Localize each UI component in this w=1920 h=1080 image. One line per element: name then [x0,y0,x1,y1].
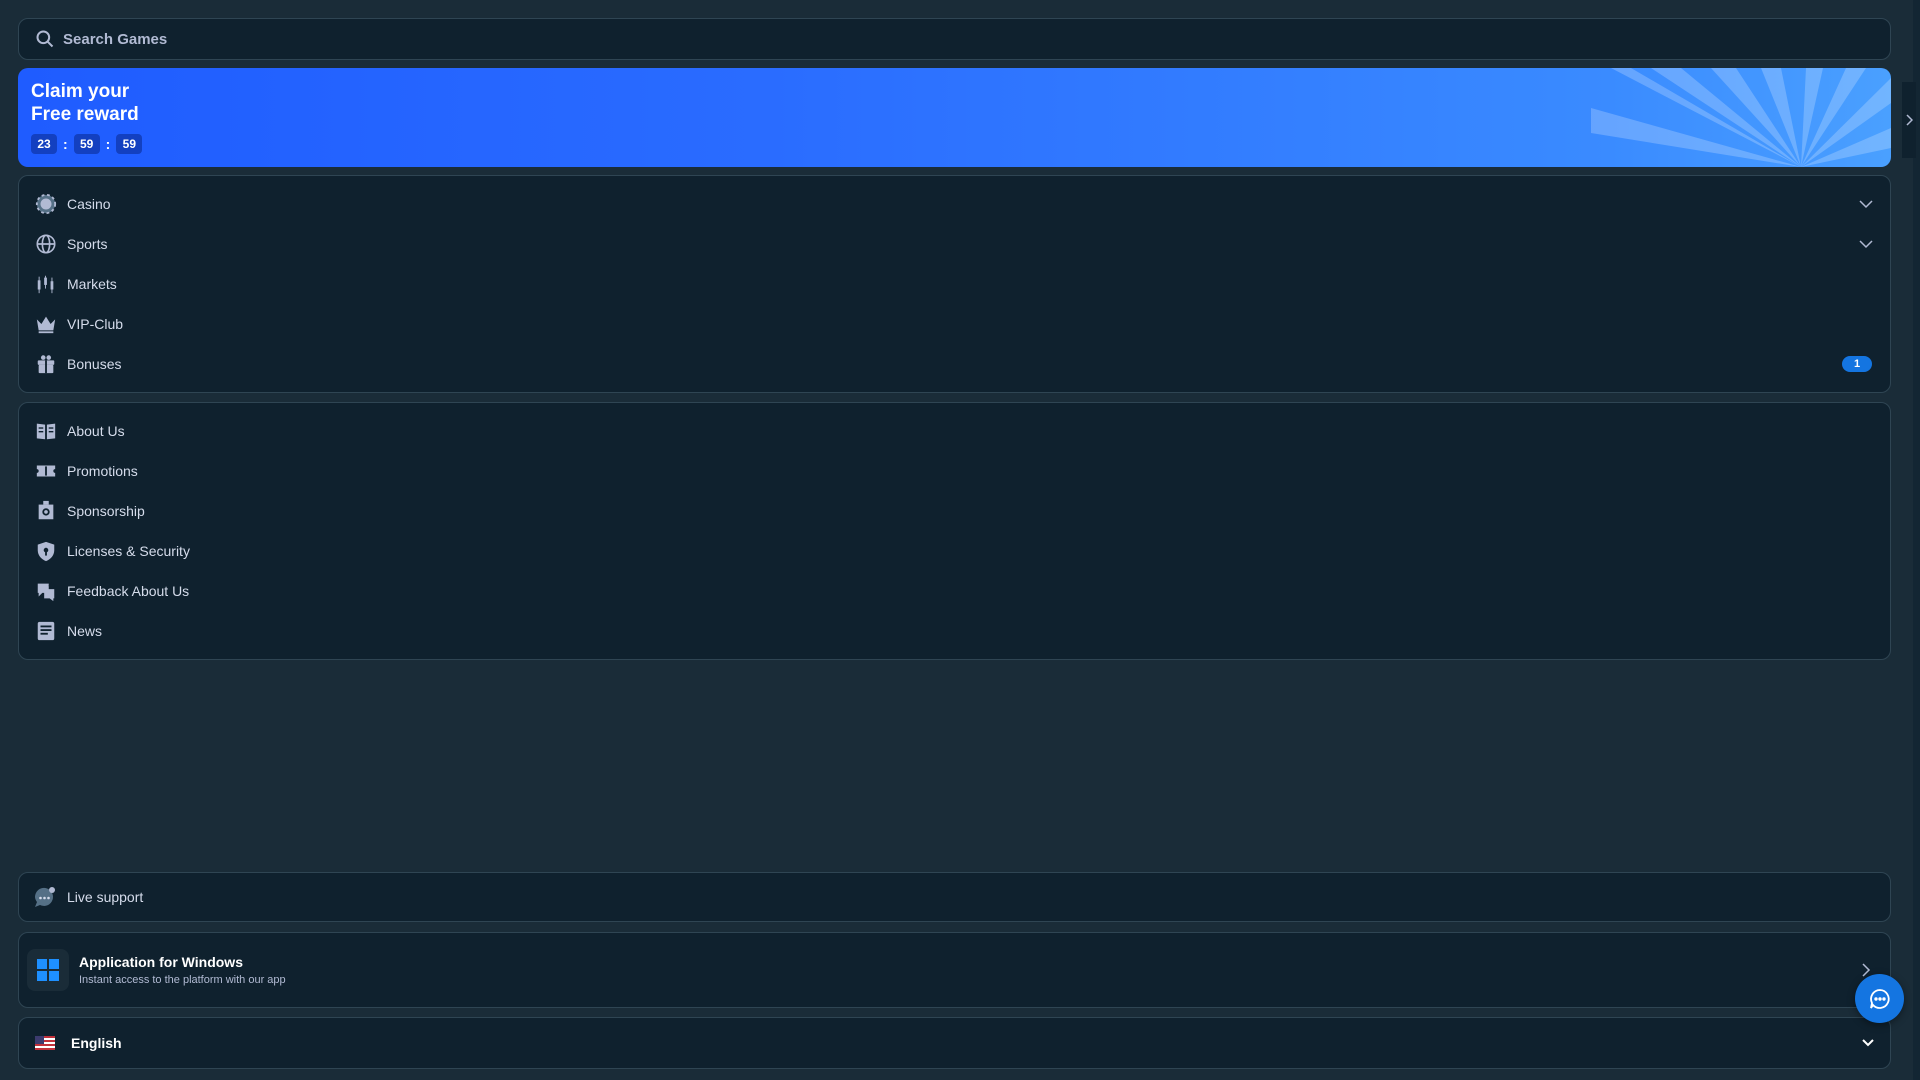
chevron-down-icon[interactable] [1858,236,1874,252]
menu-item-news[interactable]: News [35,611,1874,651]
app-promo-subtitle: Instant access to the platform with our … [79,974,286,986]
crown-icon [35,313,57,335]
live-support-label: Live support [67,889,144,905]
chat-bubble-icon [1869,988,1890,1009]
menu-item-label: Promotions [67,463,138,479]
chat-fab-button[interactable] [1855,974,1904,1023]
timer-seconds: 59 [116,134,143,154]
banner-title: Claim your Free reward [31,80,231,126]
chevron-down-icon[interactable] [1858,196,1874,212]
timer-minutes: 59 [73,134,100,154]
ticket-icon [35,460,57,482]
menu-item-label: Markets [67,276,117,292]
banner-title-line1: Claim your [31,81,130,102]
menu-item-promotions[interactable]: Promotions [35,451,1874,491]
menu-item-bonuses[interactable]: Bonuses 1 [35,344,1874,384]
menu-item-about-us[interactable]: About Us [35,411,1874,451]
info-menu: About Us Promotions Sponsorship Licenses… [18,402,1891,660]
menu-item-label: Bonuses [67,356,122,372]
menu-item-vip-club[interactable]: VIP-Club [35,304,1874,344]
menu-item-label: News [67,623,103,639]
windows-app-promo[interactable]: Application for Windows Instant access t… [18,932,1891,1008]
timer-separator: : [63,136,68,152]
menu-item-licenses-security[interactable]: Licenses & Security [35,531,1874,571]
language-label: English [71,1035,122,1051]
chevron-down-icon [1862,1039,1874,1047]
app-promo-title: Application for Windows [79,954,243,970]
book-icon [35,420,57,442]
menu-item-label: Casino [67,196,111,212]
windows-logo-box [27,949,69,991]
newspaper-icon [35,620,57,642]
timer-separator: : [105,136,111,152]
sidebar-page: Claim your Free reward 23 : 59 : 59 Casi… [18,18,1891,660]
gift-icon [35,353,57,375]
menu-item-label: Licenses & Security [67,543,190,559]
menu-item-label: Feedback About Us [67,583,190,599]
menu-item-sports[interactable]: Sports [35,224,1874,264]
bonuses-count-badge: 1 [1842,356,1872,372]
menu-item-label: VIP-Club [67,316,124,332]
timer-hours: 23 [31,134,57,154]
shield-icon [35,540,57,562]
search-bar[interactable] [18,18,1891,60]
search-input[interactable] [63,30,1874,48]
countdown-timer: 23 : 59 : 59 [31,134,1878,154]
app-promo-text: Application for Windows Instant access t… [79,954,286,986]
live-chat-icon [34,887,55,907]
menu-item-label: About Us [67,423,125,439]
menu-item-label: Sponsorship [67,503,145,519]
menu-item-feedback[interactable]: Feedback About Us [35,571,1874,611]
sidebar-collapse-toggle[interactable] [1902,82,1916,158]
feedback-icon [35,580,57,602]
menu-item-label: Sports [67,236,108,252]
menu-item-casino[interactable]: Casino [35,184,1874,224]
globe-ball-icon [35,233,57,255]
scrollbar-track[interactable] [1913,0,1920,1080]
windows-icon [37,959,59,981]
casino-chip-icon [35,193,57,215]
search-icon [36,30,54,48]
menu-item-sponsorship[interactable]: Sponsorship [35,491,1874,531]
medal-icon [35,500,57,522]
menu-item-markets[interactable]: Markets [35,264,1874,304]
language-selector[interactable]: English [18,1017,1891,1069]
chevron-right-icon [1906,114,1913,126]
candlestick-icon [35,273,57,295]
us-flag-icon [35,1036,55,1050]
free-reward-banner[interactable]: Claim your Free reward 23 : 59 : 59 [18,68,1891,167]
banner-title-line2: Free reward [31,104,139,125]
live-support-button[interactable]: Live support [18,872,1891,922]
main-menu: Casino Sports Markets VIP-Club Bonuses 1 [18,175,1891,393]
